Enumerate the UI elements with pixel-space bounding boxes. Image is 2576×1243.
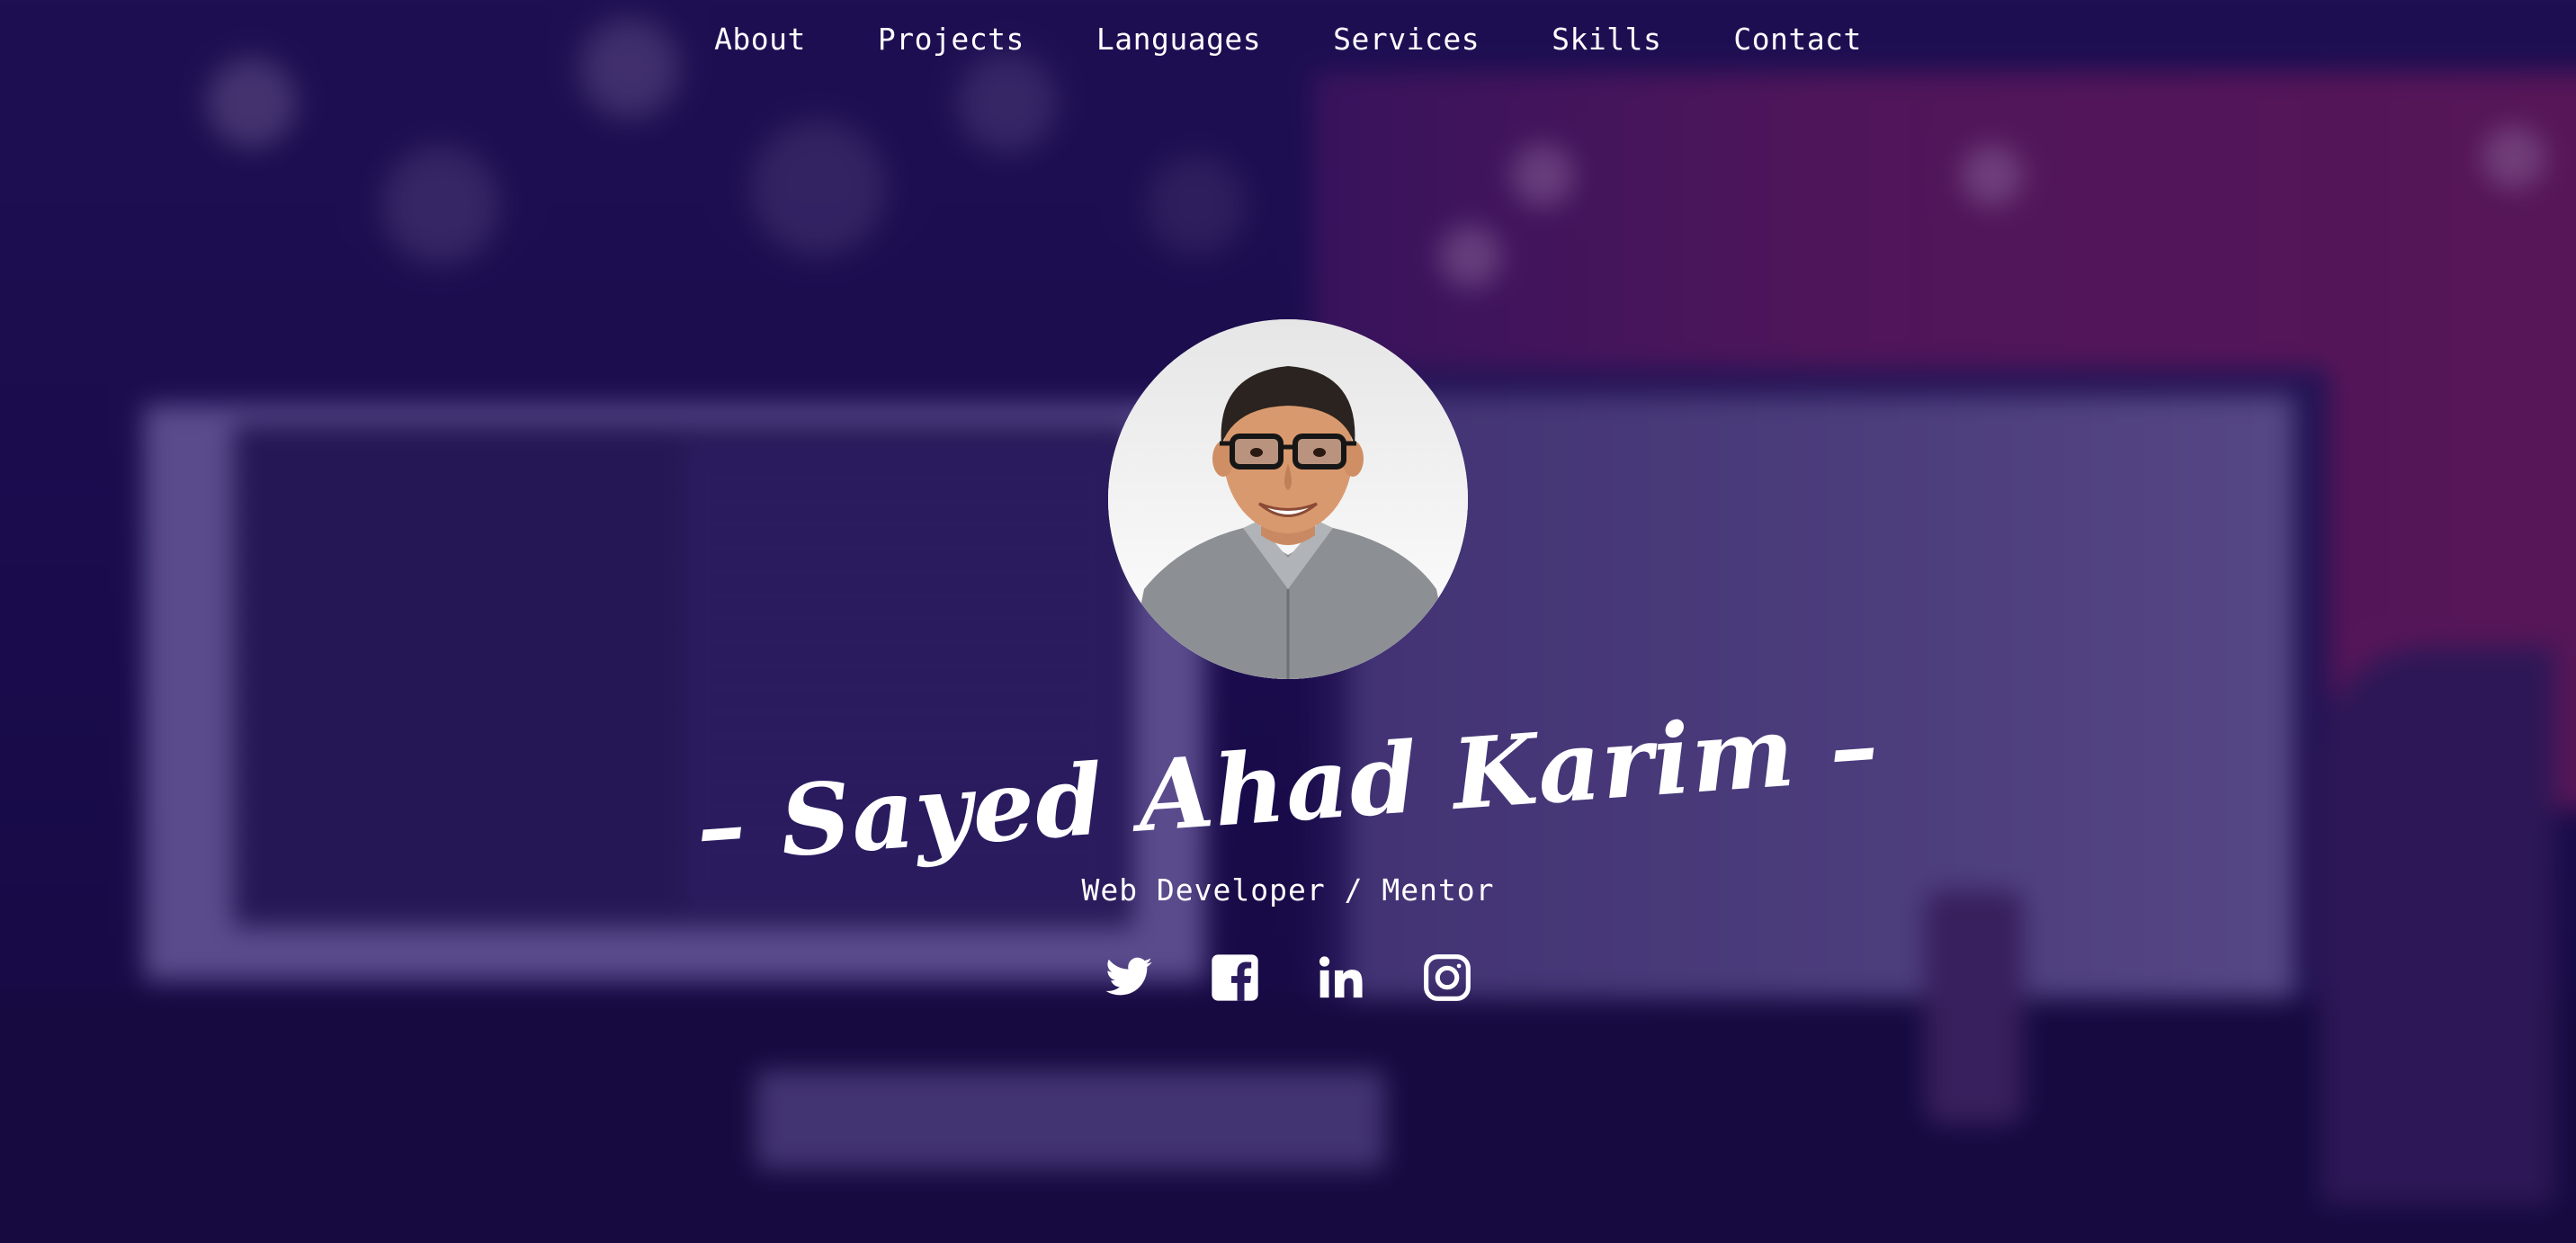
linkedin-icon[interactable] <box>1316 952 1366 1003</box>
hero-content: – Sayed Ahad Karim – Web Developer / Men… <box>0 319 2576 1003</box>
nav-item-skills[interactable]: Skills <box>1552 20 1661 59</box>
main-nav: About Projects Languages Services Skills… <box>0 20 2576 59</box>
nav-item-contact[interactable]: Contact <box>1733 20 1862 59</box>
facebook-icon[interactable] <box>1210 952 1260 1003</box>
hero-name: – Sayed Ahad Karim – <box>693 689 1883 885</box>
hero-tagline: Web Developer / Mentor <box>1081 872 1495 908</box>
profile-avatar <box>1108 319 1468 679</box>
hero-section: About Projects Languages Services Skills… <box>0 0 2576 1243</box>
social-links <box>1104 952 1472 1003</box>
nav-item-projects[interactable]: Projects <box>878 20 1024 59</box>
nav-item-services[interactable]: Services <box>1333 20 1480 59</box>
nav-item-languages[interactable]: Languages <box>1096 20 1261 59</box>
instagram-icon[interactable] <box>1422 952 1472 1003</box>
profile-photo <box>1108 319 1468 679</box>
nav-item-about[interactable]: About <box>714 20 806 59</box>
twitter-icon[interactable] <box>1104 952 1154 1003</box>
